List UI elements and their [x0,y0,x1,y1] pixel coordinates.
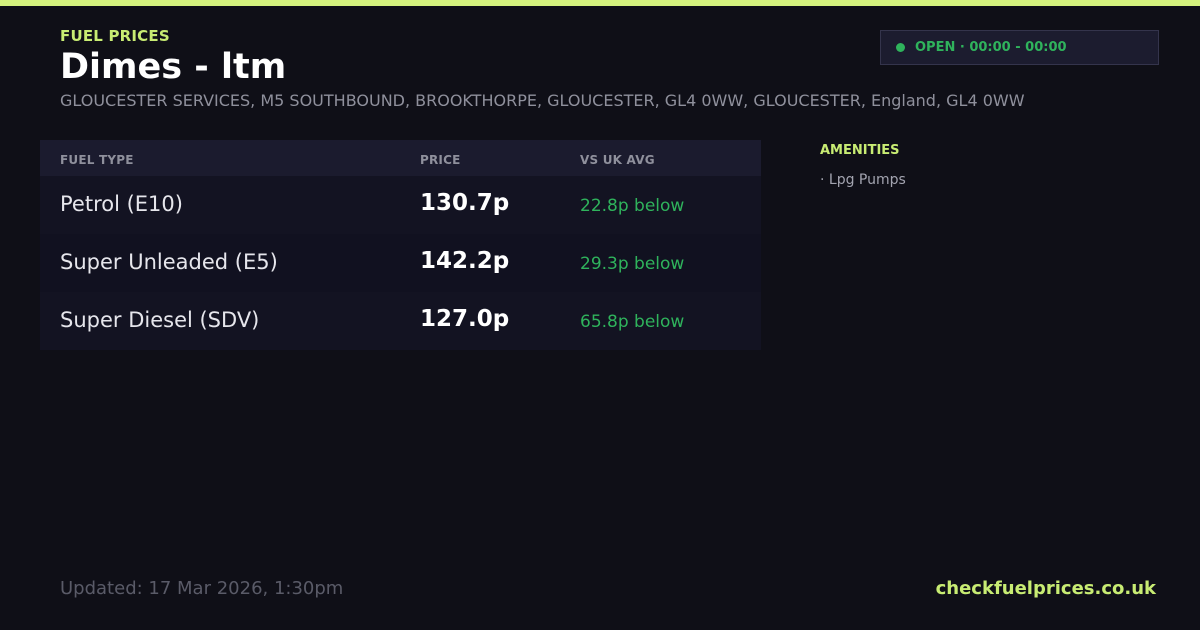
column-header-price: PRICE [420,153,461,167]
updated-timestamp: Updated: 17 Mar 2026, 1:30pm [60,578,344,599]
accent-bar [0,0,1200,6]
column-header-fuel-type: FUEL TYPE [60,153,134,167]
section-label: FUEL PRICES [60,27,170,45]
price-cell: 142.2p [420,248,510,274]
status-text: OPEN · 00:00 - 00:00 [915,40,1067,55]
vs-avg-cell: 29.3p below [580,254,685,274]
status-dot-icon [896,43,905,52]
price-cell: 130.7p [420,190,510,216]
table-row: Petrol (E10) 130.7p 22.8p below [40,176,761,234]
column-header-vs-uk-avg: VS UK AVG [580,153,655,167]
station-address: GLOUCESTER SERVICES, M5 SOUTHBOUND, BROO… [60,91,1025,110]
vs-avg-cell: 65.8p below [580,312,685,332]
fuel-type-cell: Super Diesel (SDV) [60,308,260,332]
site-link[interactable]: checkfuelprices.co.uk [936,578,1156,599]
table-row: Super Diesel (SDV) 127.0p 65.8p below [40,292,761,350]
table-row: Super Unleaded (E5) 142.2p 29.3p below [40,234,761,292]
fuel-type-cell: Super Unleaded (E5) [60,250,278,274]
price-cell: 127.0p [420,306,510,332]
amenity-item: · Lpg Pumps [820,172,906,188]
price-table: FUEL TYPE PRICE VS UK AVG Petrol (E10) 1… [40,140,761,350]
status-badge: OPEN · 00:00 - 00:00 [880,30,1159,65]
table-header: FUEL TYPE PRICE VS UK AVG [40,140,761,176]
fuel-type-cell: Petrol (E10) [60,192,183,216]
vs-avg-cell: 22.8p below [580,196,685,216]
page-title: Dimes - ltm [60,47,287,87]
amenities-heading: AMENITIES [820,143,900,158]
